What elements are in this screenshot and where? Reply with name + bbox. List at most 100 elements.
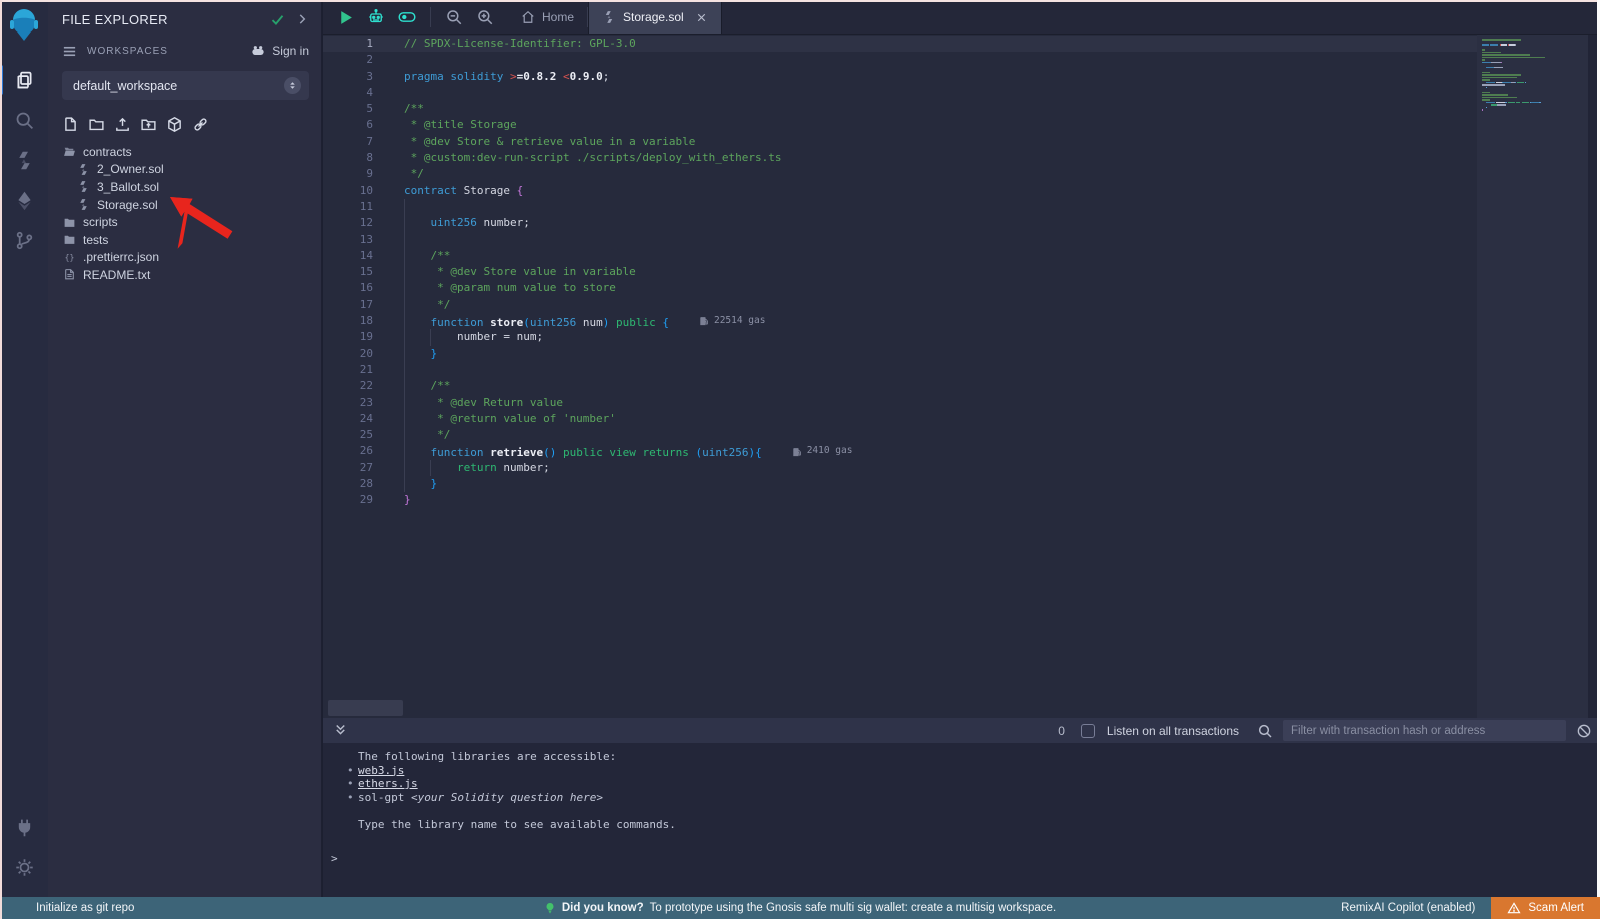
terminal-header: 0 Listen on all transactions [323, 718, 1600, 743]
file-text-icon [62, 268, 76, 282]
scam-alert-button[interactable]: Scam Alert [1491, 897, 1600, 919]
tree-item-contracts[interactable]: contracts [48, 143, 321, 161]
sidebar-settings[interactable] [0, 847, 48, 887]
code-line: 11 [323, 199, 1477, 215]
link-button[interactable] [192, 116, 209, 133]
zoom-out-icon[interactable] [445, 8, 463, 26]
icon-sidebar [0, 0, 48, 897]
warning-icon [1507, 901, 1521, 915]
tree-item-scripts[interactable]: scripts [48, 213, 321, 231]
sol-icon [76, 180, 90, 194]
sidebar-git[interactable] [0, 220, 48, 260]
zoom-in-icon[interactable] [476, 8, 494, 26]
new-file-button[interactable] [62, 116, 79, 133]
sidebar-search[interactable] [0, 100, 48, 140]
horizontal-scrollbar-thumb[interactable] [328, 700, 403, 716]
clear-console-icon[interactable] [1576, 723, 1592, 739]
minimap[interactable] [1477, 35, 1588, 718]
git-icon [14, 230, 35, 251]
new-file-icon [62, 116, 79, 133]
tree-item-2-owner-sol[interactable]: 2_Owner.sol [48, 161, 321, 179]
tab-storage-sol[interactable]: Storage.sol [588, 0, 722, 34]
cube-icon [166, 116, 183, 133]
panel-header: FILE EXPLORER [48, 0, 321, 38]
upload-files-icon [114, 116, 131, 133]
workspace-name: default_workspace [73, 79, 284, 93]
sidebar-plugin-manager[interactable] [0, 807, 48, 847]
sidebar-file-explorer[interactable] [0, 60, 48, 100]
terminal-line: Type the library name to see available c… [323, 818, 1600, 832]
code-line: 15 * @dev Store value in variable [323, 264, 1477, 280]
library-link[interactable]: web3.js [358, 764, 404, 777]
code-line: 8 * @custom:dev-run-script ./scripts/dep… [323, 150, 1477, 166]
code-line: 21 [323, 362, 1477, 378]
cube-button[interactable] [166, 116, 183, 133]
listen-transactions-checkbox[interactable] [1081, 724, 1095, 738]
file-explorer-toolbar [48, 100, 321, 141]
library-link[interactable]: ethers.js [358, 777, 418, 790]
listen-transactions-label: Listen on all transactions [1107, 724, 1239, 738]
lightbulb-icon [544, 902, 556, 914]
tree-item-storage-sol[interactable]: Storage.sol [48, 196, 321, 214]
solidity-file-icon [602, 10, 616, 24]
code-line: 24 * @return value of 'number' [323, 411, 1477, 427]
panel-title: FILE EXPLORER [62, 12, 270, 27]
remixai-robot-icon[interactable] [367, 8, 385, 26]
remix-logo-icon[interactable] [4, 6, 44, 46]
run-script-button[interactable] [337, 9, 354, 26]
search-icon [14, 110, 35, 131]
copilot-toggle[interactable] [398, 8, 416, 26]
terminal-output: The following libraries are accessible:w… [323, 743, 1600, 897]
chevron-right-icon[interactable] [295, 12, 309, 26]
code-editor[interactable]: 1// SPDX-License-Identifier: GPL-3.0 2 3… [323, 35, 1600, 718]
editor-tabbar: Home Storage.sol [323, 0, 1600, 35]
code-line: 5/** [323, 101, 1477, 117]
code-line: 17 */ [323, 297, 1477, 313]
upload-files-button[interactable] [114, 116, 131, 133]
svg-text:{}: {} [64, 252, 74, 262]
code-line: 19 number = num; [323, 329, 1477, 345]
gas-estimate: 22514 gas [699, 313, 765, 329]
indent-guide [430, 460, 431, 476]
workspaces-label: WORKSPACES [87, 46, 250, 57]
link-icon [192, 116, 209, 133]
sol-icon [76, 198, 90, 212]
code-line: 26 function retrieve() public view retur… [323, 443, 1477, 459]
code-line: 29} [323, 492, 1477, 508]
tab-home[interactable]: Home [508, 0, 587, 34]
terminal-line: sol-gpt <your Solidity question here> [323, 791, 1600, 805]
copilot-status[interactable]: RemixAI Copilot (enabled) [1341, 902, 1475, 914]
code-line: 12 uint256 number; [323, 215, 1477, 231]
transaction-filter-input[interactable] [1283, 720, 1566, 741]
terminal-line: ethers.js [323, 777, 1600, 791]
screenshot-edge [0, 0, 2, 919]
tree-item-readme-txt[interactable]: README.txt [48, 266, 321, 284]
hamburger-icon[interactable] [62, 44, 77, 59]
transaction-count: 0 [1058, 724, 1065, 738]
tree-item-3-ballot-sol[interactable]: 3_Ballot.sol [48, 178, 321, 196]
file-tree: contracts 2_Owner.sol 3_Ballot.sol Stora… [48, 141, 321, 284]
close-tab-icon[interactable] [695, 11, 708, 24]
tree-item-tests[interactable]: tests [48, 231, 321, 249]
code-line: 28 } [323, 476, 1477, 492]
init-git-repo-button[interactable]: Initialize as git repo [0, 902, 134, 914]
sidebar-deploy-run[interactable] [0, 180, 48, 220]
workspace-select[interactable]: default_workspace [62, 71, 309, 100]
search-icon[interactable] [1257, 723, 1273, 739]
code-line: 20 } [323, 346, 1477, 362]
fuel-pump-icon [699, 316, 709, 326]
code-line: 9 */ [323, 166, 1477, 182]
sidebar-solidity-compiler[interactable] [0, 140, 48, 180]
editor-region: Home Storage.sol 1// SPDX-License-Identi… [323, 0, 1600, 897]
new-folder-button[interactable] [88, 116, 105, 133]
upload-folder-button[interactable] [140, 116, 157, 133]
remix-ide-window: FILE EXPLORER WORKSPACES Sign in default… [0, 0, 1600, 919]
tree-item-prettierrc-json[interactable]: {} .prettierrc.json [48, 249, 321, 267]
folder-icon [62, 215, 76, 229]
terminal-line: The following libraries are accessible: [323, 750, 1600, 764]
code-line: 3pragma solidity >=0.8.2 <0.9.0; [323, 69, 1477, 85]
code-line: 18 function store(uint256 num) public {2… [323, 313, 1477, 329]
sign-in-button[interactable]: Sign in [250, 43, 309, 59]
file-explorer-icon [14, 70, 35, 91]
expand-terminal-icon[interactable] [333, 723, 348, 738]
